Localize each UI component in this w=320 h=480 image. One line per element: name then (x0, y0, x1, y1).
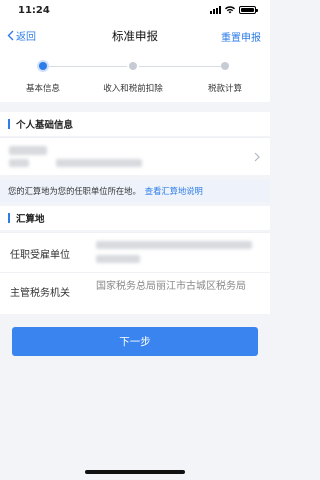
employer-row: 任职受雇单位 (0, 232, 270, 272)
settlement-title: 汇算地 (16, 214, 45, 225)
chevron-left-icon (7, 30, 14, 41)
step-label-tax-calc: 税款计算 (207, 84, 243, 94)
step-label-income: 收入和税前扣除 (103, 84, 163, 94)
redacted-id-prefix (9, 159, 29, 167)
step-dot (221, 62, 229, 70)
settlement-notice: 您的汇算地为您的任职单位所在地。 查看汇算地说明 (0, 180, 270, 202)
nav-bar: 返回 标准申报 重置申报 (0, 20, 270, 52)
back-label: 返回 (16, 32, 36, 43)
step-dot-active (37, 60, 49, 72)
redacted-name (9, 146, 47, 155)
step-connector (48, 66, 127, 67)
section-accent-bar (8, 119, 10, 129)
tax-authority-label: 主管税务机关 (10, 288, 70, 299)
signal-icon (210, 6, 221, 14)
notice-text: 您的汇算地为您的任职单位所在地。 (8, 186, 141, 196)
step-label-basic-info: 基本信息 (25, 84, 61, 94)
tax-authority-value: 国家税务总局丽江市古城区税务局 (96, 281, 246, 292)
wifi-icon (225, 6, 235, 14)
home-indicator (85, 470, 185, 474)
redacted-id-number (56, 159, 142, 167)
personal-info-header: 个人基础信息 (0, 112, 270, 136)
section-accent-bar (8, 213, 10, 223)
personal-info-title: 个人基础信息 (16, 120, 74, 131)
redacted-employer (96, 255, 140, 263)
battery-icon (239, 6, 258, 14)
reset-button[interactable]: 重置申报 (221, 29, 261, 44)
redacted-employer (96, 241, 252, 249)
settlement-header: 汇算地 (0, 206, 270, 230)
status-icons (210, 6, 258, 14)
step-dot (129, 62, 137, 70)
next-step-button[interactable]: 下一步 (12, 327, 258, 356)
tax-authority-row: 主管税务机关 国家税务总局丽江市古城区税务局 (0, 272, 270, 314)
employer-label: 任职受雇单位 (10, 250, 70, 261)
settlement-explanation-link[interactable]: 查看汇算地说明 (145, 185, 203, 197)
back-button[interactable]: 返回 (7, 28, 36, 43)
status-bar: 11:24 (0, 0, 270, 20)
personal-info-row[interactable] (0, 137, 270, 175)
status-time: 11:24 (18, 4, 50, 16)
step-connector (139, 66, 221, 67)
page-title: 标准申报 (112, 29, 158, 43)
chevron-right-icon (254, 152, 260, 162)
progress-steps: 基本信息 收入和税前扣除 税款计算 (0, 52, 270, 102)
